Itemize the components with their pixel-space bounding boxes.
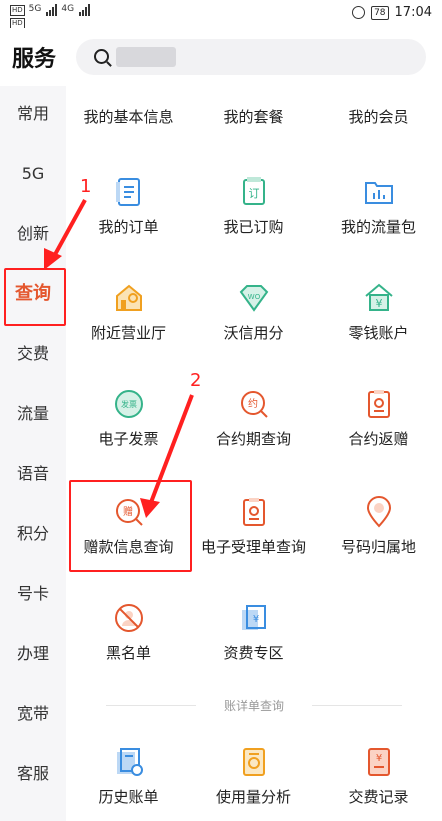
e-receipt-query-item[interactable]: 电子受理单查询 [191, 496, 316, 557]
network-5g: 5G [28, 4, 42, 14]
battery-icon: 78 [371, 5, 389, 20]
signal-icon [79, 4, 91, 16]
usage-analysis-icon [242, 748, 265, 776]
step-number-1: 1 [80, 176, 92, 197]
icon-glyph: 订 [248, 187, 259, 200]
item-label: 沃信用分 [223, 324, 284, 342]
item-label: 我的会员 [348, 108, 409, 126]
sidebar-item-sim-card[interactable]: 号卡 [0, 574, 66, 614]
item-label: 电子受理单查询 [200, 538, 306, 556]
contract-period-icon: 约 [240, 391, 268, 418]
item-label: 交费记录 [348, 788, 409, 806]
item-label: 附近营业厅 [90, 324, 166, 342]
clock: 17:04 [394, 5, 432, 20]
item-label: 零钱账户 [348, 324, 409, 342]
sidebar-item-common[interactable]: 常用 [0, 94, 66, 134]
header: 服务 [0, 28, 442, 86]
status-right: 78 17:04 [352, 5, 432, 20]
sidebar-item-innovation[interactable]: 创新 [0, 214, 66, 254]
search-placeholder-blurred [116, 47, 176, 67]
divider-line [312, 705, 402, 706]
number-location-icon [366, 496, 391, 528]
wallet-account-item[interactable]: ¥ 零钱账户 [316, 282, 441, 343]
data-package-item[interactable]: 我的流量包 [316, 176, 441, 237]
alarm-icon [352, 6, 366, 19]
my-member-item[interactable]: 我的会员 [316, 106, 441, 127]
icon-glyph: 约 [248, 397, 258, 410]
icon-glyph: ¥ [375, 297, 382, 310]
icon-glyph: ¥ [375, 753, 381, 764]
e-receipt-icon [242, 498, 265, 526]
item-label: 资费专区 [223, 644, 284, 662]
my-plan-item[interactable]: 我的套餐 [191, 106, 316, 127]
history-bill-icon [116, 748, 143, 776]
category-sidebar: 常用 5G 创新 查询 交费 流量 语音 积分 号卡 办理 宽带 客服 [0, 86, 66, 821]
contract-gift-item[interactable]: 合约返赠 [316, 388, 441, 449]
sidebar-item-service[interactable]: 客服 [0, 754, 66, 794]
search-input[interactable] [76, 39, 426, 75]
item-label: 使用量分析 [215, 788, 291, 806]
item-label: 号码归属地 [340, 538, 416, 556]
item-label: 电子发票 [98, 430, 159, 448]
sidebar-item-5g[interactable]: 5G [0, 154, 66, 194]
payment-record-item[interactable]: ¥ 交费记录 [316, 746, 441, 807]
nearby-store-icon [115, 284, 142, 311]
highlight-box-gift-query [69, 480, 192, 572]
e-invoice-icon: 发票 [114, 390, 143, 418]
item-label: 合约返赠 [348, 430, 409, 448]
wallet-account-icon: ¥ [364, 283, 393, 311]
step-number-2: 2 [190, 370, 202, 391]
item-label: 我已订购 [223, 218, 284, 236]
item-label: 历史账单 [98, 788, 159, 806]
blacklist-item[interactable]: 黑名单 [66, 602, 191, 663]
sidebar-item-data[interactable]: 流量 [0, 394, 66, 434]
sidebar-item-handle[interactable]: 办理 [0, 634, 66, 674]
credit-score-icon: WO [239, 285, 268, 312]
tariff-zone-icon: ¥ [241, 605, 266, 630]
hd-badge: HD [10, 5, 25, 16]
credit-score-item[interactable]: WO 沃信用分 [191, 282, 316, 343]
subscribed-item[interactable]: 订 我已订购 [191, 176, 316, 237]
icon-glyph: 发票 [121, 399, 137, 409]
number-location-item[interactable]: 号码归属地 [316, 496, 441, 557]
blacklist-icon [114, 604, 143, 632]
highlight-box-query-tab [4, 268, 66, 326]
item-label: 我的套餐 [223, 108, 284, 126]
payment-record-icon: ¥ [367, 748, 390, 776]
sidebar-item-broadband[interactable]: 宽带 [0, 694, 66, 734]
basic-info-item[interactable]: 我的基本信息 [66, 106, 191, 127]
data-package-icon [364, 182, 393, 204]
sidebar-item-points[interactable]: 积分 [0, 514, 66, 554]
tariff-zone-item[interactable]: ¥ 资费专区 [191, 602, 316, 663]
order-list-icon [115, 178, 140, 206]
item-label: 我的基本信息 [83, 108, 174, 126]
sidebar-item-voice[interactable]: 语音 [0, 454, 66, 494]
usage-analysis-item[interactable]: 使用量分析 [191, 746, 316, 807]
e-invoice-item[interactable]: 发票 电子发票 [66, 388, 191, 449]
item-label: 我的订单 [98, 218, 159, 236]
item-label: 合约期查询 [215, 430, 291, 448]
search-icon [94, 49, 109, 64]
icon-glyph: ¥ [252, 614, 258, 625]
nearby-store-item[interactable]: 附近营业厅 [66, 282, 191, 343]
item-label: 黑名单 [105, 644, 151, 662]
status-left: HD HD 5G 4G [10, 4, 91, 29]
network-4g: 4G [61, 4, 75, 14]
status-bar: HD HD 5G 4G 78 17:04 [0, 0, 442, 29]
contract-period-item[interactable]: 约 合约期查询 [191, 388, 316, 449]
item-label: 我的流量包 [340, 218, 416, 236]
subscribed-icon: 订 [242, 177, 265, 205]
page-title: 服务 [12, 47, 57, 72]
service-grid: 我的基本信息 我的套餐 我的会员 我的订单 订 我已订购 我的流量包 附近营业厅… [66, 86, 442, 821]
sidebar-item-payment[interactable]: 交费 [0, 334, 66, 374]
contract-gift-icon [367, 390, 390, 418]
history-bill-item[interactable]: 历史账单 [66, 746, 191, 807]
icon-glyph: WO [247, 293, 260, 301]
signal-icon [46, 4, 58, 16]
